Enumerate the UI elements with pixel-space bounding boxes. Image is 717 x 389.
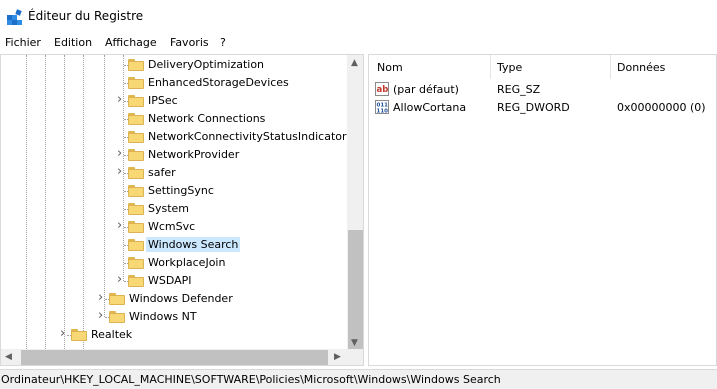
value-data: 0x00000000 (0)	[617, 101, 706, 114]
value-name: AllowCortana	[393, 101, 467, 114]
tree-guide-line	[104, 55, 105, 317]
svg-text:ab: ab	[377, 85, 389, 95]
tree-node-label[interactable]: NetworkProvider	[146, 147, 241, 162]
folder-icon	[109, 292, 125, 305]
values-list[interactable]: Nom Type Données ab (par défaut) REG_SZ …	[368, 54, 717, 366]
tree-node-label[interactable]: WcmSvc	[146, 219, 197, 234]
tree-horizontal-scroll-thumb[interactable]	[21, 350, 328, 365]
window-title: Éditeur du Registre	[28, 9, 144, 23]
scroll-down-arrow-icon[interactable]: ▼	[351, 338, 358, 348]
folder-icon	[128, 202, 144, 215]
folder-icon	[128, 130, 144, 143]
value-type: REG_DWORD	[497, 101, 570, 114]
folder-icon	[128, 238, 144, 251]
folder-icon	[128, 76, 144, 89]
expand-chevron-icon[interactable]: ›	[117, 93, 126, 106]
tree-guide-line	[45, 55, 46, 349]
expand-chevron-icon[interactable]: ›	[98, 309, 107, 322]
string-value-icon: ab	[375, 82, 389, 96]
tree-node-label[interactable]: IPSec	[146, 93, 180, 108]
expand-chevron-icon[interactable]: ›	[117, 147, 126, 160]
tree-vertical-scrollbar[interactable]: ▲ ▼	[347, 55, 363, 350]
folder-icon	[128, 274, 144, 287]
expand-chevron-icon[interactable]: ›	[60, 327, 69, 340]
folder-icon	[128, 184, 144, 197]
tree-node-label[interactable]: Realtek	[89, 327, 134, 342]
title-bar: Éditeur du Registre	[0, 0, 717, 32]
tree-guide-line	[26, 55, 27, 349]
folder-icon	[71, 328, 87, 341]
tree-node-label[interactable]: EnhancedStorageDevices	[146, 75, 291, 90]
current-key-path: Ordinateur\HKEY_LOCAL_MACHINE\SOFTWARE\P…	[1, 373, 501, 386]
tree-node-label[interactable]: System	[146, 201, 191, 216]
column-separator[interactable]	[490, 55, 491, 79]
menu-help[interactable]: ?	[220, 36, 226, 49]
column-header-data[interactable]: Données	[617, 61, 665, 74]
tree-node-label[interactable]: SettingSync	[146, 183, 216, 198]
menu-favoris[interactable]: Favoris	[170, 36, 209, 49]
registry-editor-icon	[7, 9, 22, 25]
binary-value-icon: 011 110	[375, 100, 389, 114]
scroll-right-arrow-icon[interactable]: ▶	[334, 352, 341, 362]
key-tree[interactable]: DeliveryOptimization EnhancedStorageDevic…	[0, 54, 364, 366]
scroll-up-arrow-icon[interactable]: ▲	[351, 58, 358, 68]
folder-icon	[128, 58, 144, 71]
main-area: DeliveryOptimization EnhancedStorageDevic…	[0, 54, 717, 366]
tree-node-label[interactable]: NetworkConnectivityStatusIndicator	[146, 129, 349, 144]
menu-affichage[interactable]: Affichage	[105, 36, 157, 49]
expand-chevron-icon[interactable]: ›	[98, 291, 107, 304]
folder-icon	[128, 166, 144, 179]
tree-vertical-scroll-thumb[interactable]	[348, 230, 363, 350]
tree-node-label-selected[interactable]: Windows Search	[146, 237, 241, 252]
menu-edition[interactable]: Edition	[54, 36, 92, 49]
expand-chevron-icon[interactable]: ›	[117, 165, 126, 178]
folder-icon	[128, 112, 144, 125]
folder-icon	[109, 310, 125, 323]
column-header-type[interactable]: Type	[497, 61, 522, 74]
tree-node-label[interactable]: Windows Defender	[127, 291, 235, 306]
value-name: (par défaut)	[393, 83, 459, 96]
tree-node-label[interactable]: WorkplaceJoin	[146, 255, 227, 270]
expand-chevron-icon[interactable]: ›	[117, 219, 126, 232]
menu-bar: Fichier Edition Affichage Favoris ?	[0, 34, 717, 52]
tree-guide-line	[64, 55, 65, 349]
status-bar: Ordinateur\HKEY_LOCAL_MACHINE\SOFTWARE\P…	[0, 369, 717, 389]
tree-horizontal-scrollbar[interactable]: ◀ ▶	[1, 349, 347, 365]
tree-node-label[interactable]: WSDAPI	[146, 273, 194, 288]
folder-icon	[128, 148, 144, 161]
tree-node-label[interactable]: safer	[146, 165, 178, 180]
folder-icon	[128, 220, 144, 233]
tree-guide-line	[83, 55, 84, 349]
tree-node-label[interactable]: DeliveryOptimization	[146, 57, 266, 72]
folder-icon	[128, 94, 144, 107]
tree-node-label[interactable]: Windows NT	[127, 309, 199, 324]
column-header-name[interactable]: Nom	[377, 61, 403, 74]
menu-fichier[interactable]: Fichier	[5, 36, 41, 49]
scroll-corner	[347, 349, 363, 365]
tree-node-label[interactable]: Network Connections	[146, 111, 267, 126]
column-separator[interactable]	[610, 55, 611, 79]
expand-chevron-icon[interactable]: ›	[117, 273, 126, 286]
folder-icon	[128, 256, 144, 269]
value-type: REG_SZ	[497, 83, 541, 96]
scroll-left-arrow-icon[interactable]: ◀	[5, 352, 12, 362]
svg-text:110: 110	[377, 109, 389, 115]
